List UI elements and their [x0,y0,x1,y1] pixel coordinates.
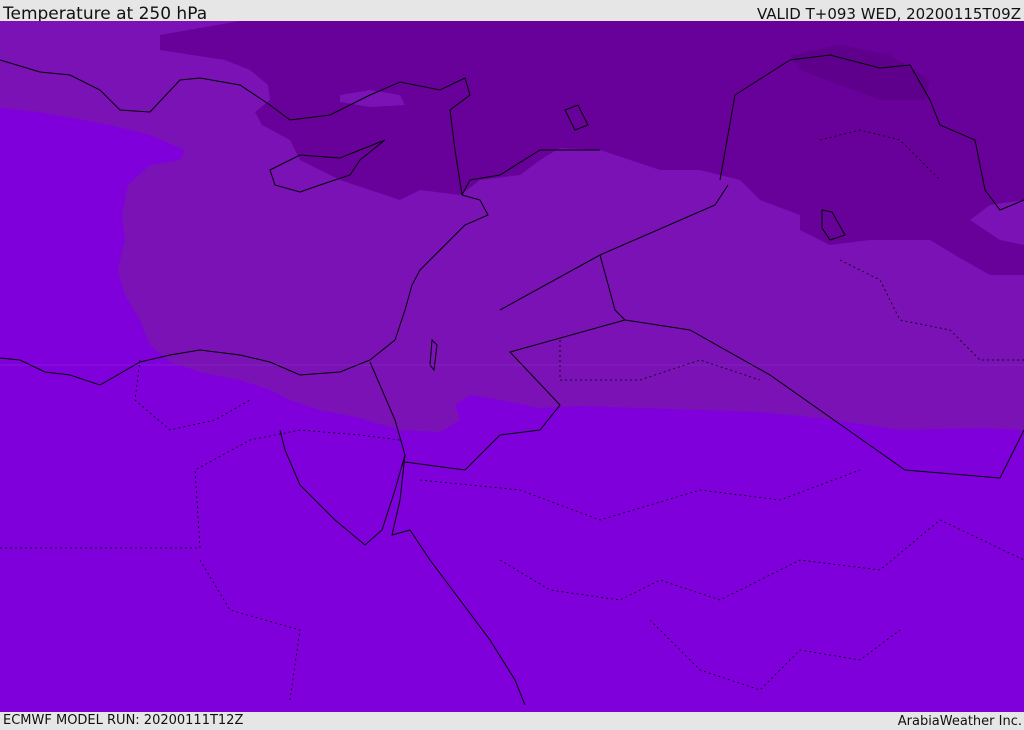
temperature-map [0,21,1024,712]
model-run: ECMWF MODEL RUN: 20200111T12Z [3,713,244,728]
header-bar: Temperature at 250 hPa VALID T+093 WED, … [0,0,1024,24]
credit: ArabiaWeather Inc. [897,714,1022,729]
footer-bar: ECMWF MODEL RUN: 20200111T12Z ArabiaWeat… [0,712,1024,729]
